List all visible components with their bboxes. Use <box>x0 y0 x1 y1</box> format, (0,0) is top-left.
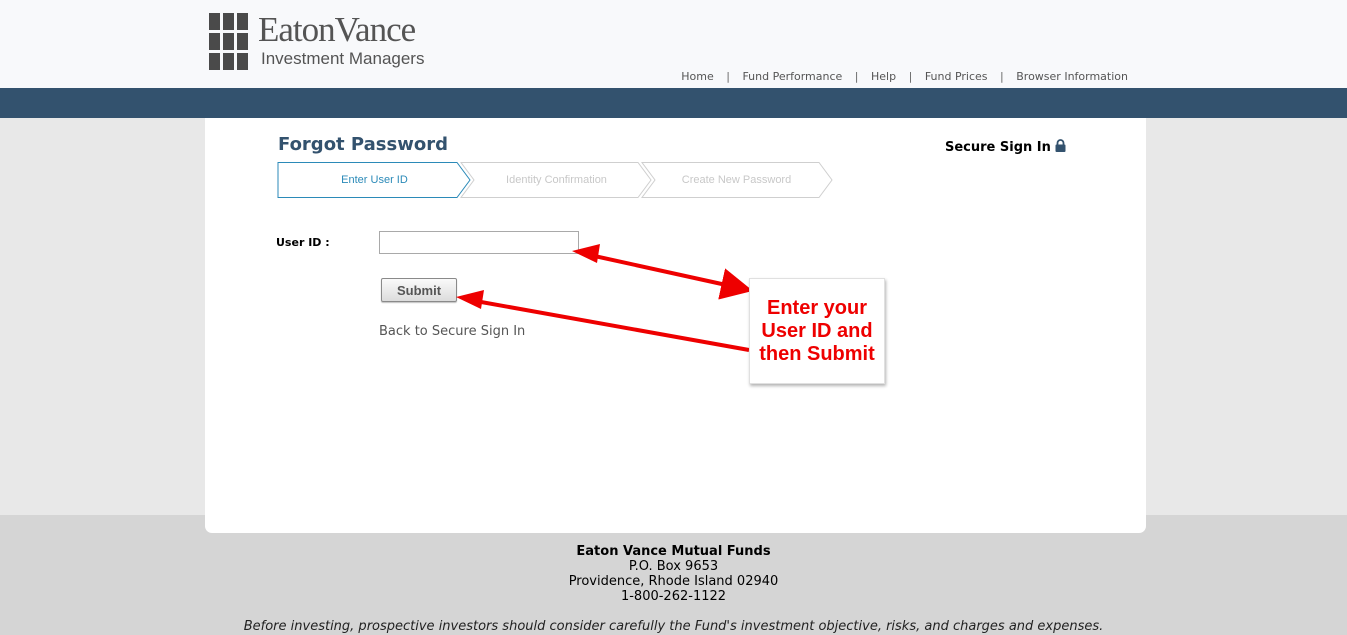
back-to-secure-sign-in-link[interactable]: Back to Secure Sign In <box>379 324 525 339</box>
nav-separator: | <box>1000 70 1004 83</box>
submit-button[interactable]: Submit <box>381 278 457 302</box>
annotation-callout: Enter your User ID and then Submit <box>749 278 885 384</box>
brand-subtitle: Investment Managers <box>261 49 425 68</box>
eaton-vance-logo[interactable]: EatonVance Investment Managers <box>209 10 449 73</box>
step-create-new-password: Create New Password <box>681 174 792 186</box>
nav-fund-performance[interactable]: Fund Performance <box>742 70 842 83</box>
nav-separator: | <box>854 70 859 83</box>
nav-separator: | <box>726 70 730 83</box>
progress-steps: Enter User ID Identity Confirmation Crea… <box>277 162 837 200</box>
step-identity-confirmation: Identity Confirmation <box>506 174 607 186</box>
footer-address-line: Providence, Rhode Island 02940 <box>568 574 779 589</box>
lock-icon <box>1055 139 1066 156</box>
callout-line: Enter your <box>766 297 868 319</box>
nav-separator: | <box>908 70 913 83</box>
user-id-label: User ID : <box>276 236 330 249</box>
footer-address: Eaton Vance Mutual Funds P.O. Box 9653 P… <box>0 544 1347 604</box>
nav-home[interactable]: Home <box>681 70 713 83</box>
footer-phone: 1-800-262-1122 <box>620 589 727 604</box>
logo-grid-icon <box>209 13 248 70</box>
brand-name: EatonVance <box>258 10 416 49</box>
footer-disclaimer: Before investing, prospective investors … <box>243 619 1104 634</box>
secure-sign-in-label: Secure Sign In <box>945 139 1066 156</box>
callout-line: User ID and <box>761 320 873 342</box>
footer-company: Eaton Vance Mutual Funds <box>576 544 771 559</box>
nav-help[interactable]: Help <box>871 70 896 83</box>
nav-fund-prices[interactable]: Fund Prices <box>925 70 988 83</box>
secure-sign-in-text: Secure Sign In <box>945 140 1051 155</box>
header-band <box>0 88 1347 118</box>
callout-line: then Submit <box>759 343 875 365</box>
header: EatonVance Investment Managers Home | Fu… <box>0 0 1347 88</box>
page-title: Forgot Password <box>278 134 448 155</box>
nav-browser-information[interactable]: Browser Information <box>1016 70 1128 83</box>
user-id-input[interactable] <box>379 231 579 254</box>
step-enter-user-id: Enter User ID <box>341 174 408 186</box>
footer-address-line: P.O. Box 9653 <box>628 559 719 574</box>
top-navigation: Home | Fund Performance | Help | Fund Pr… <box>681 70 1128 83</box>
